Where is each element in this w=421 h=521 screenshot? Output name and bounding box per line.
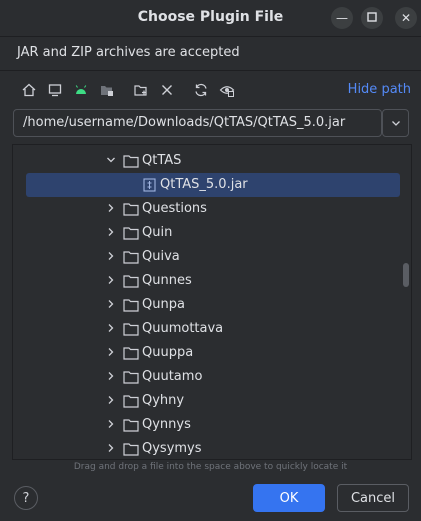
path-history-dropdown[interactable] [382,109,409,137]
folder-icon [123,323,139,336]
tree-item-label: Quuppa [142,345,194,360]
tree-item-label: Qysymys [142,441,202,456]
maximize-icon [367,11,377,25]
refresh-button[interactable] [190,79,212,101]
cancel-button[interactable]: Cancel [337,484,409,512]
delete-icon [162,85,172,95]
tree-row-selected-file[interactable]: QtTAS_5.0.jar [26,173,400,197]
tree-row-folder[interactable]: Quiva [13,245,411,269]
chevron-right-icon[interactable] [104,321,118,335]
file-toolbar [18,78,242,102]
ok-button[interactable]: OK [253,484,325,512]
tree-row-folder[interactable]: Qunpa [13,293,411,317]
tree-item-label: QtTAS_5.0.jar [160,177,248,192]
minimize-button[interactable]: — [331,7,353,29]
title-bar: Choose Plugin File — ✕ [0,0,421,36]
chevron-down-icon [391,121,400,126]
jar-file-icon [143,178,156,192]
tree-item-label: Quumottava [142,321,224,336]
folder-icon [123,371,139,384]
module-icon [101,86,113,96]
tree-item-label: Quutamo [142,369,203,384]
chevron-right-icon[interactable] [104,369,118,383]
chevron-right-icon[interactable] [104,441,118,455]
module-button[interactable] [96,79,118,101]
drag-drop-hint: Drag and drop a file into the space abov… [73,462,348,472]
folder-icon [123,299,139,312]
tree-row-expanded-folder[interactable]: QtTAS [13,149,411,173]
tree-row-folder[interactable]: Questions [13,197,411,221]
divider [0,36,421,37]
desktop-icon [48,84,62,97]
close-button[interactable]: ✕ [395,7,417,29]
android-icon [75,85,87,94]
tree-item-label: Qunnes [142,273,192,288]
maximize-button[interactable] [361,7,383,29]
help-icon: ? [22,490,30,506]
tree-item-label: Questions [142,201,207,216]
folder-icon [123,275,139,288]
tree-item-label: Qunpa [142,297,185,312]
tree-item-label: Quiva [142,249,180,264]
tree-row-folder[interactable]: Quin [13,221,411,245]
folder-icon [123,155,139,168]
close-icon: ✕ [400,11,412,25]
tree-row-folder[interactable]: Qysymys [13,437,411,459]
chevron-right-icon[interactable] [104,225,118,239]
tree-item-label: Qynnys [142,417,191,432]
folder-icon [123,419,139,432]
chevron-right-icon[interactable] [104,393,118,407]
folder-icon [123,443,139,456]
chevron-right-icon[interactable] [104,249,118,263]
new-folder-icon [134,85,147,96]
help-button[interactable]: ? [14,486,38,510]
tree-row-folder[interactable]: Qynnys [13,413,411,437]
tree-row-folder[interactable]: Quuppa [13,341,411,365]
desktop-button[interactable] [44,79,66,101]
home-button[interactable] [18,79,40,101]
chevron-down-icon[interactable] [104,153,118,167]
tree-scrollbar-thumb[interactable] [403,263,409,287]
hide-path-link[interactable]: Hide path [348,82,411,97]
accepted-types-label: JAR and ZIP archives are accepted [17,45,240,60]
file-tree[interactable]: QtTAS QtTAS_5.0.jar Questions Quin Quiva… [12,144,412,460]
tree-item-label: Quin [142,225,173,240]
chevron-right-icon[interactable] [104,201,118,215]
new-folder-button[interactable] [130,79,152,101]
folder-icon [123,203,139,216]
folder-icon [123,227,139,240]
folder-icon [123,251,139,264]
tree-row-folder[interactable]: Quutamo [13,365,411,389]
folder-icon [123,395,139,408]
tree-row-folder[interactable]: Qyhny [13,389,411,413]
tree-row-folder[interactable]: Qunnes [13,269,411,293]
delete-button[interactable] [156,79,178,101]
tree-item-label: Qyhny [142,393,185,408]
android-button[interactable] [70,79,92,101]
divider [0,70,421,71]
chevron-right-icon[interactable] [104,345,118,359]
dialog-title: Choose Plugin File [137,9,284,25]
tree-item-label: QtTAS [142,153,182,168]
minimize-icon: — [336,11,348,25]
tree-row-folder[interactable]: Quumottava [13,317,411,341]
chevron-right-icon[interactable] [104,297,118,311]
path-input[interactable]: /home/username/Downloads/QtTAS/QtTAS_5.0… [13,109,382,137]
chevron-right-icon[interactable] [104,273,118,287]
show-hidden-button[interactable] [216,79,238,101]
home-icon [22,83,36,97]
refresh-icon [195,83,207,97]
show-hidden-icon [219,86,235,97]
folder-icon [123,347,139,360]
chevron-right-icon[interactable] [104,417,118,431]
